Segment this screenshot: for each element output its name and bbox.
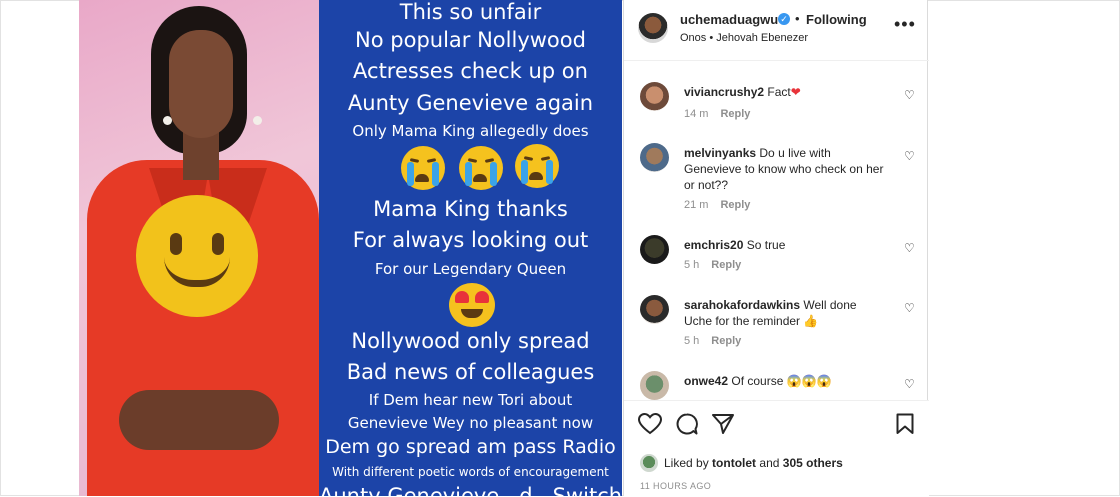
comment-username[interactable]: viviancrushy2 [684, 85, 764, 99]
reply-button[interactable]: Reply [720, 108, 750, 120]
comment-body: Of course [731, 374, 784, 388]
image-text-line: If Dem hear new Tori about [368, 391, 573, 409]
comment-text: melvinyanks Do u live with Genevieve to … [684, 145, 884, 193]
comment-body: Fact [767, 85, 791, 99]
comment-username[interactable]: melvinyanks [684, 146, 756, 160]
separator-dot: • [795, 11, 800, 26]
crying-face-emoji [459, 146, 503, 190]
smiley-eye-left [170, 233, 182, 255]
liker-username[interactable]: tontolet [712, 456, 756, 470]
post-timestamp[interactable]: 11 HOURS AGO [640, 481, 711, 491]
comment-time: 14 m [684, 108, 709, 120]
comment-like-heart-icon[interactable]: ♡ [904, 241, 915, 255]
comment-meta: 5 h Reply [684, 259, 741, 271]
smiley-face-emoji [136, 195, 258, 317]
author-username[interactable]: uchemaduagwu [680, 12, 778, 27]
audio-track-link[interactable]: Onos • Jehovah Ebenezer [680, 32, 808, 44]
image-text-line: Aunty Genevieve ..d.. Switch [319, 484, 622, 496]
image-text-line: Genevieve Wey no pleasant now [347, 414, 594, 432]
more-options-icon[interactable]: ••• [894, 14, 916, 35]
post-header: uchemaduagwu ✓ • Following Onos • Jehova… [624, 0, 929, 61]
heart-eyes-emoji [449, 283, 495, 327]
comment-text: sarahokafordawkins Well done Uche for th… [684, 297, 884, 329]
commenter-avatar[interactable] [640, 82, 669, 111]
image-text-line: This so unfair [399, 0, 542, 24]
comment-text: emchris20 So true [684, 237, 884, 253]
earring-left [163, 116, 172, 125]
image-text-line: With different poetic words of encourage… [332, 465, 609, 479]
verified-badge-icon: ✓ [778, 13, 790, 25]
likes-summary: Liked by tontolet and 305 others [664, 456, 843, 470]
clasped-hands [119, 390, 279, 450]
comment-like-heart-icon[interactable]: ♡ [904, 377, 915, 391]
comment-meta: 14 m Reply [684, 108, 750, 120]
save-bookmark-icon[interactable] [896, 413, 914, 435]
reply-button[interactable]: Reply [711, 259, 741, 271]
comment-bubble-icon[interactable] [676, 413, 698, 435]
image-text-line: Actresses check up on [353, 59, 588, 83]
following-button[interactable]: Following [806, 12, 867, 27]
screaming-emoji: 😱😱😱 [786, 374, 832, 388]
image-text-line: For always looking out [352, 228, 589, 252]
face [169, 30, 233, 138]
liked-by-connector: and [759, 456, 780, 470]
image-text-line: Aunty Genevieve again [347, 91, 594, 115]
comment-time: 21 m [684, 199, 709, 211]
thumbs-up-emoji: 👍 [803, 314, 819, 328]
post-sidebar: uchemaduagwu ✓ • Following Onos • Jehova… [623, 0, 929, 497]
image-text-line: Only Mama King allegedly does [352, 122, 589, 140]
comment-text: viviancrushy2 Fact❤ [684, 84, 884, 100]
image-text-line: For our Legendary Queen [374, 260, 567, 278]
commenter-avatar[interactable] [640, 371, 669, 400]
smiley-mouth [164, 257, 230, 287]
reply-button[interactable]: Reply [711, 335, 741, 347]
earring-right [253, 116, 262, 125]
author-avatar[interactable] [638, 13, 668, 43]
smiley-eye-right [212, 233, 224, 255]
comment-text: onwe42 Of course 😱😱😱 [684, 373, 884, 389]
likes-others-link[interactable]: 305 others [783, 456, 843, 470]
crying-face-emoji [401, 146, 445, 190]
image-text-line: Dem go spread am pass Radio [325, 436, 616, 458]
crying-face-emoji [515, 144, 559, 188]
comment-time: 5 h [684, 259, 700, 271]
image-text-line: Mama King thanks [373, 197, 568, 221]
comment-username[interactable]: sarahokafordawkins [684, 298, 800, 312]
comment-like-heart-icon[interactable]: ♡ [904, 149, 915, 163]
post-actions: Liked by tontolet and 305 others 11 HOUR… [624, 400, 929, 497]
reply-button[interactable]: Reply [720, 199, 750, 211]
comment-username[interactable]: emchris20 [684, 238, 743, 252]
liked-by-prefix: Liked by [664, 456, 709, 470]
liker-avatar[interactable] [640, 454, 658, 472]
commenter-avatar[interactable] [640, 143, 669, 172]
post-text-panel[interactable]: This so unfair No popular Nollywood Actr… [319, 0, 622, 496]
heart-emoji: ❤ [790, 85, 801, 99]
image-text-line: No popular Nollywood [355, 28, 586, 52]
comment-username[interactable]: onwe42 [684, 374, 728, 388]
image-text-line: Nollywood only spread [351, 329, 590, 353]
comment-like-heart-icon[interactable]: ♡ [904, 88, 915, 102]
comment-meta: 5 h Reply [684, 335, 741, 347]
comment-body: So true [746, 238, 786, 252]
comment-like-heart-icon[interactable]: ♡ [904, 301, 915, 315]
like-heart-icon[interactable] [638, 413, 662, 435]
commenter-avatar[interactable] [640, 295, 669, 324]
image-text-line: Bad news of colleagues [346, 360, 595, 384]
share-send-icon[interactable] [712, 414, 734, 434]
comment-meta: 21 m Reply [684, 199, 750, 211]
comment-time: 5 h [684, 335, 700, 347]
commenter-avatar[interactable] [640, 235, 669, 264]
post-photo[interactable] [79, 0, 319, 496]
